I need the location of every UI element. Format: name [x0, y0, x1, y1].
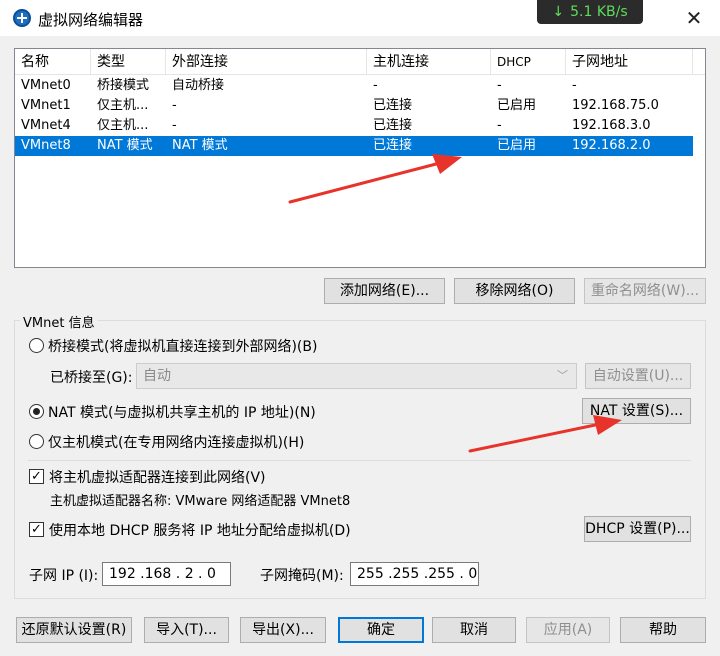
cell-external: -: [172, 118, 177, 133]
cell-dhcp: 已启用: [497, 98, 537, 113]
nat-settings-button[interactable]: NAT 设置(S)...: [582, 398, 691, 424]
column-header-subnet[interactable]: 子网地址: [566, 49, 693, 75]
list-header: 名称 类型 外部连接 主机连接 DHCP 子网地址: [15, 49, 705, 75]
window-title: 虚拟网络编辑器: [38, 11, 144, 29]
connect-adapter-label[interactable]: 将主机虚拟适配器连接到此网络(V): [49, 467, 266, 487]
title-bar: 虚拟网络编辑器 ↓ 5.1 KB/s ✕: [0, 0, 720, 36]
auto-settings-button[interactable]: 自动设置(U)...: [585, 363, 691, 389]
cell-dhcp: 已启用: [497, 138, 537, 153]
table-row[interactable]: VMnet0 桥接模式 自动桥接 - - -: [15, 76, 693, 96]
cell-host: 已连接: [373, 118, 413, 133]
ok-button[interactable]: 确定: [338, 617, 424, 643]
table-row-selected[interactable]: VMnet8 NAT 模式 NAT 模式 已连接 已启用 192.168.2.0: [15, 136, 693, 156]
chevron-down-icon: ﹀: [557, 369, 568, 382]
network-speed-value: 5.1 KB/s: [570, 4, 628, 20]
bridged-to-value: 自动: [143, 368, 171, 384]
cell-type: 仅主机...: [97, 118, 149, 133]
use-dhcp-label[interactable]: 使用本地 DHCP 服务将 IP 地址分配给虚拟机(D): [49, 520, 351, 540]
subnet-mask-label: 子网掩码(M):: [260, 568, 344, 584]
bridged-to-select[interactable]: 自动 ﹀: [136, 363, 577, 389]
cell-name: VMnet0: [21, 78, 71, 93]
cell-dhcp: -: [497, 118, 502, 133]
host-only-radio[interactable]: [29, 434, 44, 449]
export-button[interactable]: 导出(X)...: [240, 617, 326, 643]
subnet-ip-input[interactable]: 192 .168 . 2 . 0: [102, 562, 231, 586]
bridge-mode-radio[interactable]: [29, 338, 44, 353]
cell-type: NAT 模式: [97, 138, 153, 153]
nat-mode-radio[interactable]: [29, 404, 44, 419]
subnet-ip-label: 子网 IP (I):: [29, 568, 99, 584]
download-arrow-icon: ↓: [552, 4, 565, 20]
cell-external: -: [172, 98, 177, 113]
cell-host: 已连接: [373, 138, 413, 153]
cell-type: 桥接模式: [97, 78, 150, 93]
cell-external: NAT 模式: [172, 138, 228, 153]
import-button[interactable]: 导入(T)...: [144, 617, 229, 643]
cell-subnet: 192.168.3.0: [572, 118, 651, 133]
cell-name: VMnet8: [21, 138, 71, 153]
cell-type: 仅主机...: [97, 98, 149, 113]
cancel-button[interactable]: 取消: [432, 617, 516, 643]
network-globe-icon: [13, 9, 31, 27]
remove-network-button[interactable]: 移除网络(O): [454, 278, 575, 304]
cell-host: -: [373, 78, 378, 93]
dhcp-settings-button[interactable]: DHCP 设置(P)...: [584, 516, 691, 542]
column-header-dhcp[interactable]: DHCP: [491, 49, 566, 75]
vmnet-info-title: VMnet 信息: [20, 312, 98, 331]
table-row[interactable]: VMnet1 仅主机... - 已连接 已启用 192.168.75.0: [15, 96, 693, 116]
column-header-name[interactable]: 名称: [15, 49, 91, 75]
restore-defaults-button[interactable]: 还原默认设置(R): [16, 617, 132, 643]
cell-dhcp: -: [497, 78, 502, 93]
network-speed-badge: ↓ 5.1 KB/s: [537, 0, 643, 24]
cell-name: VMnet1: [21, 98, 71, 113]
help-button[interactable]: 帮助: [620, 617, 706, 643]
bridged-to-label: 已桥接至(G):: [50, 370, 133, 386]
cell-subnet: 192.168.2.0: [572, 138, 651, 153]
nat-mode-label[interactable]: NAT 模式(与虚拟机共享主机的 IP 地址)(N): [48, 402, 316, 422]
bridge-mode-label[interactable]: 桥接模式(将虚拟机直接连接到外部网络)(B): [48, 336, 317, 356]
use-dhcp-checkbox[interactable]: ✓: [29, 522, 44, 537]
cell-subnet: 192.168.75.0: [572, 98, 659, 113]
cell-external: 自动桥接: [172, 78, 225, 93]
adapter-name-text: 主机虚拟适配器名称: VMware 网络适配器 VMnet8: [50, 494, 351, 509]
cell-host: 已连接: [373, 98, 413, 113]
column-header-external[interactable]: 外部连接: [166, 49, 367, 75]
close-icon[interactable]: ✕: [682, 6, 706, 30]
host-only-label[interactable]: 仅主机模式(在专用网络内连接虚拟机)(H): [48, 432, 304, 452]
network-list[interactable]: 名称 类型 外部连接 主机连接 DHCP 子网地址 VMnet0 桥接模式 自动…: [14, 48, 706, 268]
cell-subnet: -: [572, 78, 577, 93]
divider: [28, 460, 691, 461]
apply-button[interactable]: 应用(A): [526, 617, 610, 643]
add-network-button[interactable]: 添加网络(E)...: [324, 278, 445, 304]
cell-name: VMnet4: [21, 118, 71, 133]
table-row[interactable]: VMnet4 仅主机... - 已连接 - 192.168.3.0: [15, 116, 693, 136]
connect-adapter-checkbox[interactable]: ✓: [29, 469, 44, 484]
rename-network-button[interactable]: 重命名网络(W)...: [584, 278, 706, 304]
subnet-mask-input[interactable]: 255 .255 .255 . 0: [350, 562, 479, 586]
column-header-type[interactable]: 类型: [91, 49, 166, 75]
column-header-host[interactable]: 主机连接: [367, 49, 491, 75]
